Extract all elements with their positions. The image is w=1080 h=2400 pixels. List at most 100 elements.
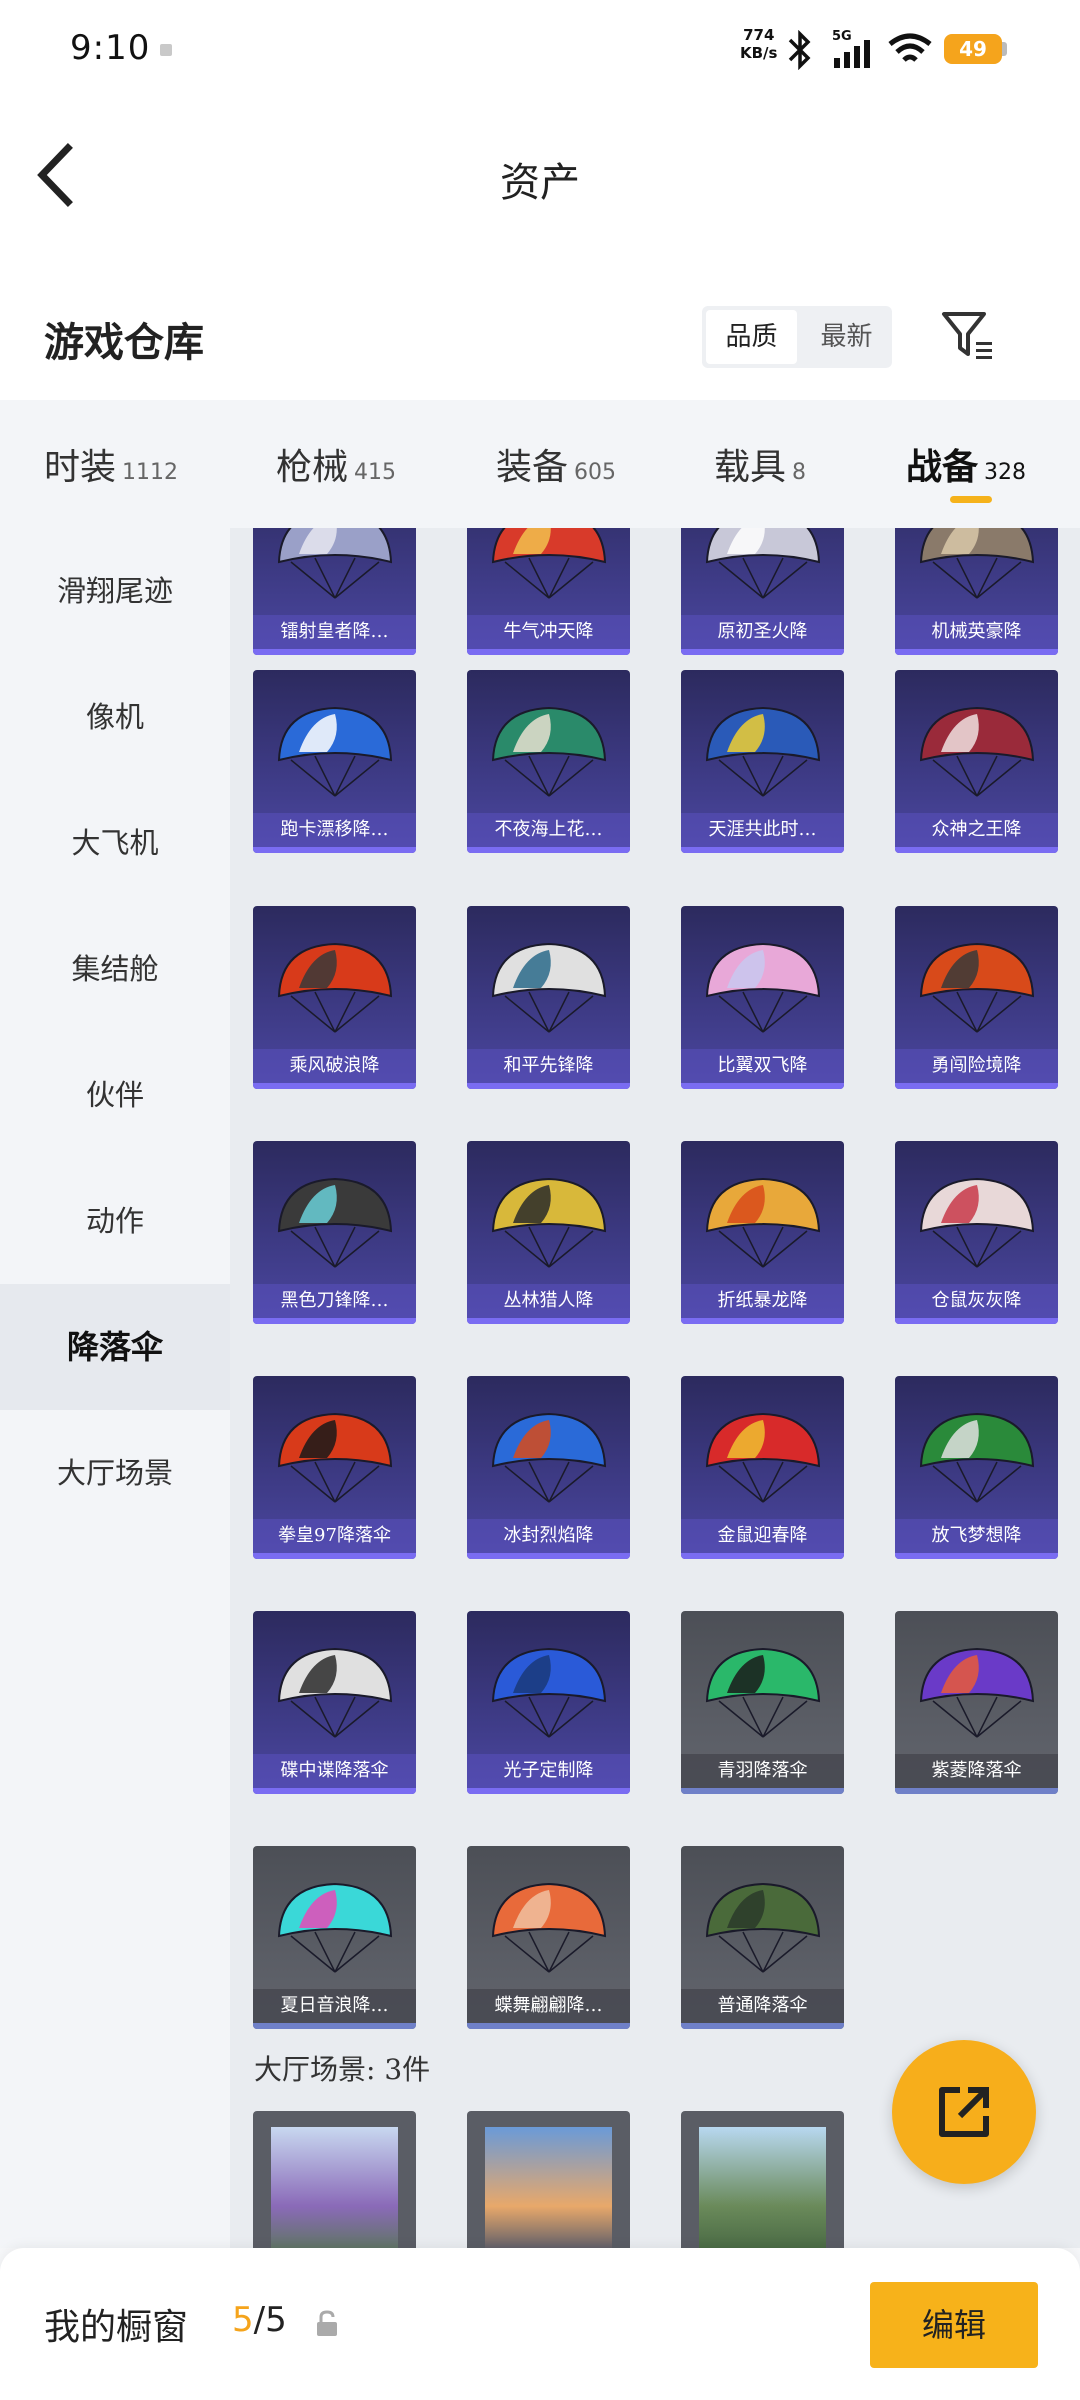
parachute-card[interactable]: 乘风破浪降 (253, 906, 416, 1089)
status-time: 9:10 (70, 28, 151, 68)
parachute-name: 蝶舞翩翩降… (467, 1989, 630, 2023)
edit-button[interactable]: 编辑 (870, 2282, 1038, 2368)
parachute-card[interactable]: 金鼠迎春降 (681, 1376, 844, 1559)
sidebar-item-pod[interactable]: 集结舱 (0, 906, 230, 1032)
parachute-icon (491, 528, 607, 599)
parachute-card[interactable]: 光子定制降 (467, 1611, 630, 1794)
share-button[interactable] (892, 2040, 1036, 2184)
parachute-name: 不夜海上花… (467, 813, 630, 847)
parachute-card[interactable]: 蝶舞翩翩降… (467, 1846, 630, 2029)
sidebar-item-lobby-scene[interactable]: 大厅场景 (0, 1410, 230, 1536)
parachute-name: 夏日音浪降… (253, 1989, 416, 2023)
parachute-card[interactable]: 仓鼠灰灰降 (895, 1141, 1058, 1324)
parachute-icon (705, 1412, 821, 1503)
lobby-scene-card[interactable] (467, 2111, 630, 2248)
lobby-scene-card[interactable] (253, 2111, 416, 2248)
tab-fashion[interactable]: 时装 1112 (44, 438, 178, 490)
category-tabs: 时装 1112 枪械 415 装备 605 载具 8 战备 328 (0, 400, 1080, 528)
sidebar-item-glide-trail[interactable]: 滑翔尾迹 (0, 528, 230, 654)
parachute-card[interactable]: 牛气冲天降 (467, 528, 630, 655)
parachute-name: 乘风破浪降 (253, 1049, 416, 1083)
parachute-card[interactable]: 丛林猎人降 (467, 1141, 630, 1324)
showcase-count: 5/5 (232, 2300, 287, 2340)
parachute-name: 牛气冲天降 (467, 615, 630, 649)
parachute-name: 青羽降落伞 (681, 1754, 844, 1788)
sidebar-item-plane[interactable]: 大飞机 (0, 780, 230, 906)
tab-count: 328 (984, 460, 1027, 485)
parachute-card[interactable]: 青羽降落伞 (681, 1611, 844, 1794)
parachute-name: 天涯共此时… (681, 813, 844, 847)
card-quality-bar (681, 1083, 844, 1089)
parachute-card[interactable]: 折纸暴龙降 (681, 1141, 844, 1324)
parachute-card[interactable]: 众神之王降 (895, 670, 1058, 853)
signal-icon: 5G (832, 29, 870, 68)
parachute-icon (919, 528, 1035, 599)
parachute-name: 镭射皇者降… (253, 615, 416, 649)
active-tab-indicator (950, 496, 992, 503)
card-quality-bar (681, 1318, 844, 1324)
parachute-icon (705, 942, 821, 1033)
card-quality-bar (467, 847, 630, 853)
battery-cap (1002, 42, 1007, 56)
lobby-scene-thumbnail (485, 2127, 612, 2248)
lock-icon[interactable] (314, 2310, 340, 2338)
showcase-label: 我的橱窗 (44, 2307, 189, 2348)
card-quality-bar (467, 649, 630, 655)
parachute-card[interactable]: 跑卡漂移降… (253, 670, 416, 853)
warehouse-header: 游戏仓库 品质 最新 (0, 270, 1080, 400)
sidebar-item-parachute[interactable]: 降落伞 (0, 1284, 230, 1410)
parachute-card[interactable]: 普通降落伞 (681, 1846, 844, 2029)
parachute-icon (919, 1647, 1035, 1738)
parachute-name: 机械英豪降 (895, 615, 1058, 649)
sort-quality-button[interactable]: 品质 (706, 310, 797, 364)
filter-icon[interactable] (938, 306, 998, 366)
parachute-card[interactable]: 冰封烈焰降 (467, 1376, 630, 1559)
tab-vehicles[interactable]: 载具 8 (714, 438, 806, 490)
lobby-scene-card[interactable] (681, 2111, 844, 2248)
card-quality-bar (895, 1083, 1058, 1089)
parachute-name: 紫菱降落伞 (895, 1754, 1058, 1788)
parachute-card[interactable]: 不夜海上花… (467, 670, 630, 853)
tab-count: 415 (354, 460, 397, 485)
parachute-card[interactable]: 拳皇97降落伞 (253, 1376, 416, 1559)
parachute-name: 拳皇97降落伞 (253, 1519, 416, 1553)
parachute-card[interactable]: 机械英豪降 (895, 528, 1058, 655)
parachute-card[interactable]: 镭射皇者降… (253, 528, 416, 655)
parachute-icon (277, 1882, 393, 1973)
parachute-card[interactable]: 放飞梦想降 (895, 1376, 1058, 1559)
wifi-icon (888, 33, 932, 62)
parachute-icon (919, 1177, 1035, 1268)
sidebar-item-companion[interactable]: 伙伴 (0, 1032, 230, 1158)
parachute-card[interactable]: 天涯共此时… (681, 670, 844, 853)
parachute-name: 放飞梦想降 (895, 1519, 1058, 1553)
parachute-icon (277, 1412, 393, 1503)
parachute-card[interactable]: 碟中谍降落伞 (253, 1611, 416, 1794)
parachute-name: 光子定制降 (467, 1754, 630, 1788)
card-quality-bar (467, 1318, 630, 1324)
sidebar: 滑翔尾迹 像机 大飞机 集结舱 伙伴 动作 降落伞 大厅场景 (0, 528, 230, 2248)
parachute-name: 众神之王降 (895, 813, 1058, 847)
tab-guns[interactable]: 枪械 415 (276, 438, 396, 490)
showcase-bar: 我的橱窗 5/5 编辑 (0, 2248, 1080, 2400)
parachute-card[interactable]: 夏日音浪降… (253, 1846, 416, 2029)
parachute-name: 原初圣火降 (681, 615, 844, 649)
notification-icon (160, 44, 172, 56)
parachute-card[interactable]: 原初圣火降 (681, 528, 844, 655)
parachute-icon (919, 706, 1035, 797)
sort-newest-button[interactable]: 最新 (801, 306, 892, 368)
parachute-card[interactable]: 黑色刀锋降… (253, 1141, 416, 1324)
tab-equipment[interactable]: 装备 605 (496, 438, 616, 490)
parachute-card[interactable]: 和平先锋降 (467, 906, 630, 1089)
card-quality-bar (253, 1553, 416, 1559)
parachute-name: 和平先锋降 (467, 1049, 630, 1083)
parachute-icon (277, 706, 393, 797)
parachute-name: 普通降落伞 (681, 1989, 844, 2023)
sidebar-item-camera[interactable]: 像机 (0, 654, 230, 780)
sidebar-item-emote[interactable]: 动作 (0, 1158, 230, 1284)
parachute-card[interactable]: 比翼双飞降 (681, 906, 844, 1089)
tab-battle-prep[interactable]: 战备 328 (906, 438, 1026, 490)
parachute-icon (705, 528, 821, 599)
parachute-card[interactable]: 勇闯险境降 (895, 906, 1058, 1089)
parachute-card[interactable]: 紫菱降落伞 (895, 1611, 1058, 1794)
parachute-name: 金鼠迎春降 (681, 1519, 844, 1553)
